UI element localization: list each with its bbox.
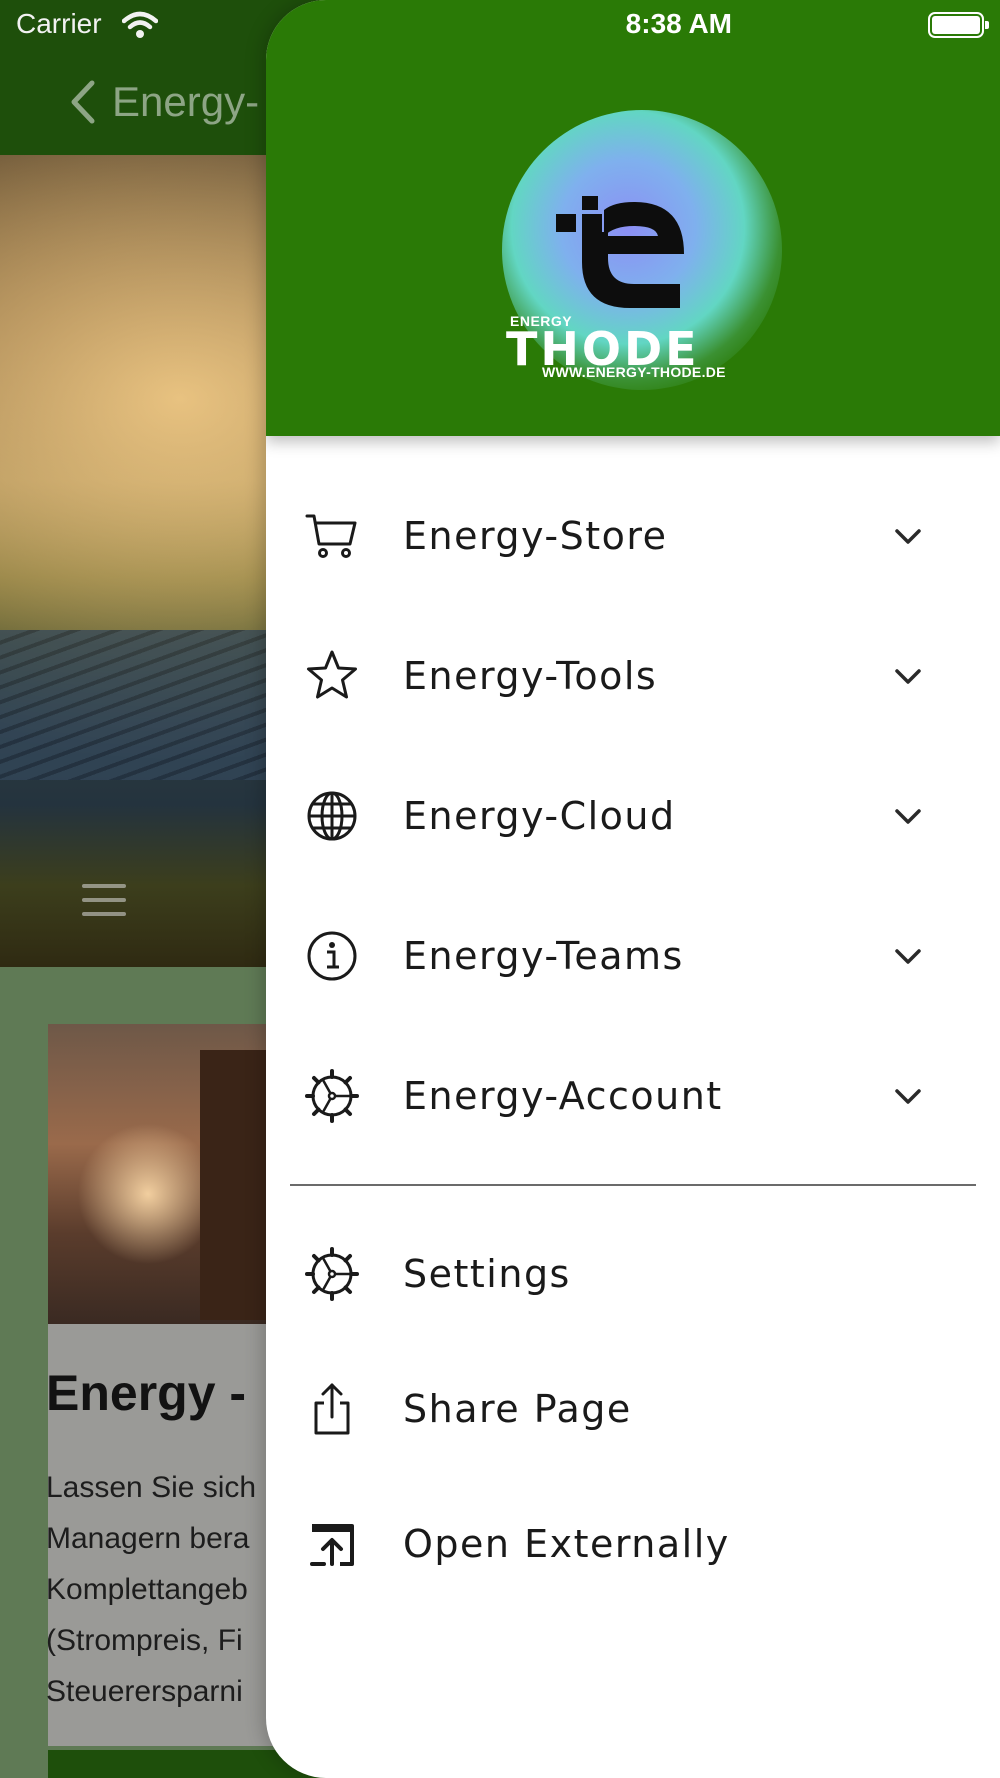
- menu-item-energy-store[interactable]: Energy-Store: [266, 476, 1000, 596]
- carrier-label: Carrier: [16, 8, 102, 39]
- share-page-button[interactable]: Share Page: [266, 1349, 1000, 1469]
- nav-title: Energy-: [112, 78, 260, 125]
- menu-item-energy-account[interactable]: Energy-Account: [266, 1036, 1000, 1156]
- gear-icon: [304, 1068, 360, 1124]
- battery-icon: [928, 12, 989, 38]
- status-time: 8:38 AM: [625, 8, 732, 39]
- navigation-drawer: 8:38 AM ENERGY THODE WWW.ENERGY-THODE.DE…: [266, 0, 1000, 1778]
- menu-item-label: Energy-Account: [403, 1074, 723, 1118]
- menu-item-label: Energy-Tools: [403, 654, 658, 698]
- cart-icon: [304, 508, 360, 564]
- info-icon: [304, 928, 360, 984]
- share-icon: [304, 1381, 360, 1437]
- star-icon: [304, 648, 360, 704]
- menu-item-energy-cloud[interactable]: Energy-Cloud: [266, 756, 1000, 876]
- gear-icon: [304, 1246, 360, 1302]
- share-page-label: Share Page: [403, 1387, 632, 1431]
- wifi-icon: [122, 11, 158, 38]
- settings-button[interactable]: Settings: [266, 1214, 1000, 1334]
- open-external-icon: [304, 1516, 360, 1572]
- logo-url: WWW.ENERGY-THODE.DE: [542, 364, 726, 380]
- menu-divider: [290, 1184, 976, 1186]
- chevron-left-icon: [71, 80, 95, 124]
- logo-te-mark-icon: [556, 196, 684, 308]
- card-text-line: Managern bera: [46, 1522, 250, 1555]
- solar-panels-image: [0, 630, 270, 780]
- settings-label: Settings: [403, 1252, 571, 1296]
- hamburger-menu-icon[interactable]: [82, 884, 126, 918]
- chevron-down-icon[interactable]: [892, 520, 924, 552]
- chevron-down-icon[interactable]: [892, 800, 924, 832]
- globe-icon: [304, 788, 360, 844]
- menu-item-energy-teams[interactable]: Energy-Teams: [266, 896, 1000, 1016]
- menu-item-energy-tools[interactable]: Energy-Tools: [266, 616, 1000, 736]
- chevron-down-icon[interactable]: [892, 1080, 924, 1112]
- chevron-down-icon[interactable]: [892, 660, 924, 692]
- menu-item-label: Energy-Store: [403, 514, 668, 558]
- open-externally-label: Open Externally: [403, 1522, 730, 1566]
- card-text-line: (Strompreis, Fi: [46, 1624, 243, 1657]
- card-text-line: Steuerersparni: [46, 1675, 243, 1708]
- card-text-line: Lassen Sie sich: [46, 1471, 257, 1504]
- chevron-down-icon[interactable]: [892, 940, 924, 972]
- open-externally-button[interactable]: Open Externally: [266, 1484, 1000, 1604]
- back-button[interactable]: Energy-: [68, 78, 259, 126]
- menu-item-label: Energy-Teams: [403, 934, 684, 978]
- card-text-line: Komplettangeb: [46, 1573, 248, 1606]
- card-text: Lassen Sie sich Managern bera Komplettan…: [46, 1462, 256, 1717]
- card-title: Energy -: [46, 1365, 247, 1421]
- menu-item-label: Energy-Cloud: [403, 794, 676, 838]
- drawer-header: 8:38 AM ENERGY THODE WWW.ENERGY-THODE.DE: [266, 0, 1000, 436]
